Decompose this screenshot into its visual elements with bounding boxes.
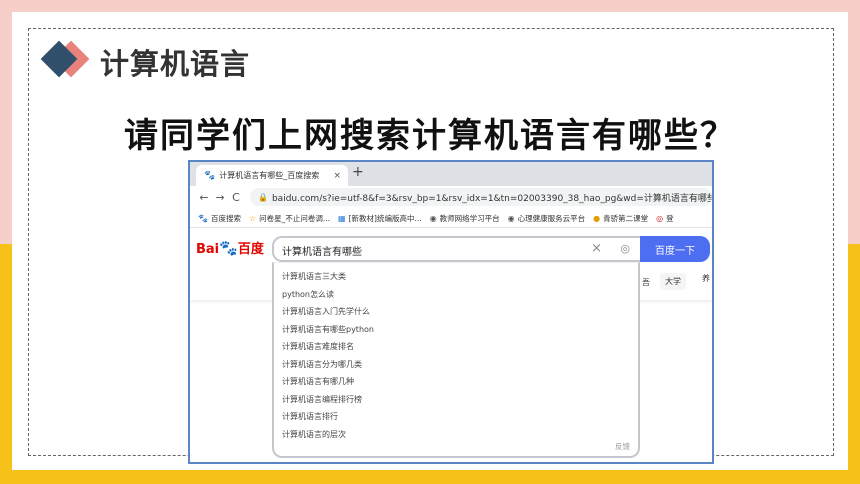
side-tab-jia[interactable]: 养 <box>702 273 710 284</box>
suggestion-item[interactable]: 计算机语言入门先学什么 <box>282 306 370 317</box>
globe-icon: ◉ <box>507 213 515 223</box>
side-tab-daxue[interactable]: 大学 <box>660 273 686 290</box>
bookmark-item[interactable]: ◎ 登 <box>656 213 673 224</box>
bookmarks-bar: 🐾 百度搜索 ☆ 问卷星_不止问卷调... ▦ [新教材]统编版高中... ◉ 教师网络… <box>190 209 712 228</box>
star-icon: ☆ <box>248 213 257 223</box>
feedback-link[interactable]: 反馈 <box>615 441 630 452</box>
suggestion-dropdown: 计算机语言三大类 python怎么读 计算机语言入门先学什么 计算机语言有哪些p… <box>272 262 640 458</box>
seal-icon: ◎ <box>656 213 664 223</box>
bookmark-item[interactable]: ☆ 问卷星_不止问卷调... <box>249 213 330 224</box>
search-query: 计算机语言有哪些 <box>282 247 362 258</box>
search-input[interactable]: 计算机语言有哪些 × ◎ <box>272 236 640 262</box>
diamond-logo-icon <box>40 40 90 78</box>
lock-icon: 🔒 <box>258 192 268 202</box>
browser-screenshot: 🐾 计算机语言有哪些_百度搜索 × + ← → C 🔒 baidu.com/s?… <box>188 160 714 464</box>
globe-icon: ◉ <box>429 213 437 223</box>
back-arrow-icon[interactable]: ← <box>196 191 212 204</box>
bookmark-item[interactable]: 🐾 百度搜索 <box>198 213 241 224</box>
url-text: baidu.com/s?ie=utf-8&f=3&rsv_bp=1&rsv_id… <box>271 193 712 204</box>
new-tab-button[interactable]: + <box>352 164 364 180</box>
clear-icon[interactable]: × <box>591 241 602 256</box>
suggestion-item[interactable]: 计算机语言三大类 <box>282 271 346 282</box>
camera-icon[interactable]: ◎ <box>620 242 630 255</box>
suggestion-item[interactable]: 计算机语言难度排名 <box>282 341 354 352</box>
suggestion-item[interactable]: 计算机语言排行 <box>282 411 338 422</box>
suggestion-item[interactable]: python怎么读 <box>282 289 334 300</box>
forward-arrow-icon[interactable]: → <box>212 191 228 204</box>
bookmark-icon: 🐾 <box>198 213 208 223</box>
bookmark-item[interactable]: ● 青骄第二课堂 <box>593 213 648 224</box>
browser-tab[interactable]: 🐾 计算机语言有哪些_百度搜索 × <box>196 165 348 186</box>
person-icon: ● <box>593 213 601 223</box>
address-row: ← → C 🔒 baidu.com/s?ie=utf-8&f=3&rsv_bp=… <box>190 186 712 208</box>
suggestion-item[interactable]: 计算机语言有哪几种 <box>282 376 354 387</box>
suggestion-item[interactable]: 计算机语言有哪些python <box>282 324 374 335</box>
section-title: 计算机语言 <box>100 47 251 81</box>
baidu-logo[interactable]: Bai🐾百度 <box>196 238 264 257</box>
baidu-paw-icon: 🐾 <box>204 170 216 181</box>
search-button[interactable]: 百度一下 <box>640 236 710 262</box>
bookmark-item[interactable]: ◉ 心理健康服务云平台 <box>508 213 585 224</box>
reload-icon[interactable]: C <box>228 191 244 204</box>
bookmark-item[interactable]: ◉ 教师网络学习平台 <box>430 213 500 224</box>
paw-icon: 🐾 <box>219 239 238 257</box>
tab-bar: 🐾 计算机语言有哪些_百度搜索 × + <box>190 162 712 186</box>
book-icon: ▦ <box>338 213 346 223</box>
baidu-page: Bai🐾百度 计算机语言有哪些 × ◎ 百度一下 吾 大学 养 计算机语言三大类… <box>190 228 712 462</box>
url-bar[interactable]: 🔒 baidu.com/s?ie=utf-8&f=3&rsv_bp=1&rsv_… <box>250 188 712 206</box>
question-heading: 请同学们上网搜索计算机语言有哪些？ <box>124 116 736 156</box>
bookmark-item[interactable]: ▦ [新教材]统编版高中... <box>338 213 422 224</box>
suggestion-item[interactable]: 计算机语言编程排行榜 <box>282 394 362 405</box>
suggestion-item[interactable]: 计算机语言分为哪几类 <box>282 359 362 370</box>
suggestion-item[interactable]: 计算机语言的层次 <box>282 429 346 440</box>
tab-title: 计算机语言有哪些_百度搜索 <box>219 171 320 180</box>
side-tab-tu[interactable]: 吾 <box>642 277 650 288</box>
close-tab-icon[interactable]: × <box>333 171 341 181</box>
